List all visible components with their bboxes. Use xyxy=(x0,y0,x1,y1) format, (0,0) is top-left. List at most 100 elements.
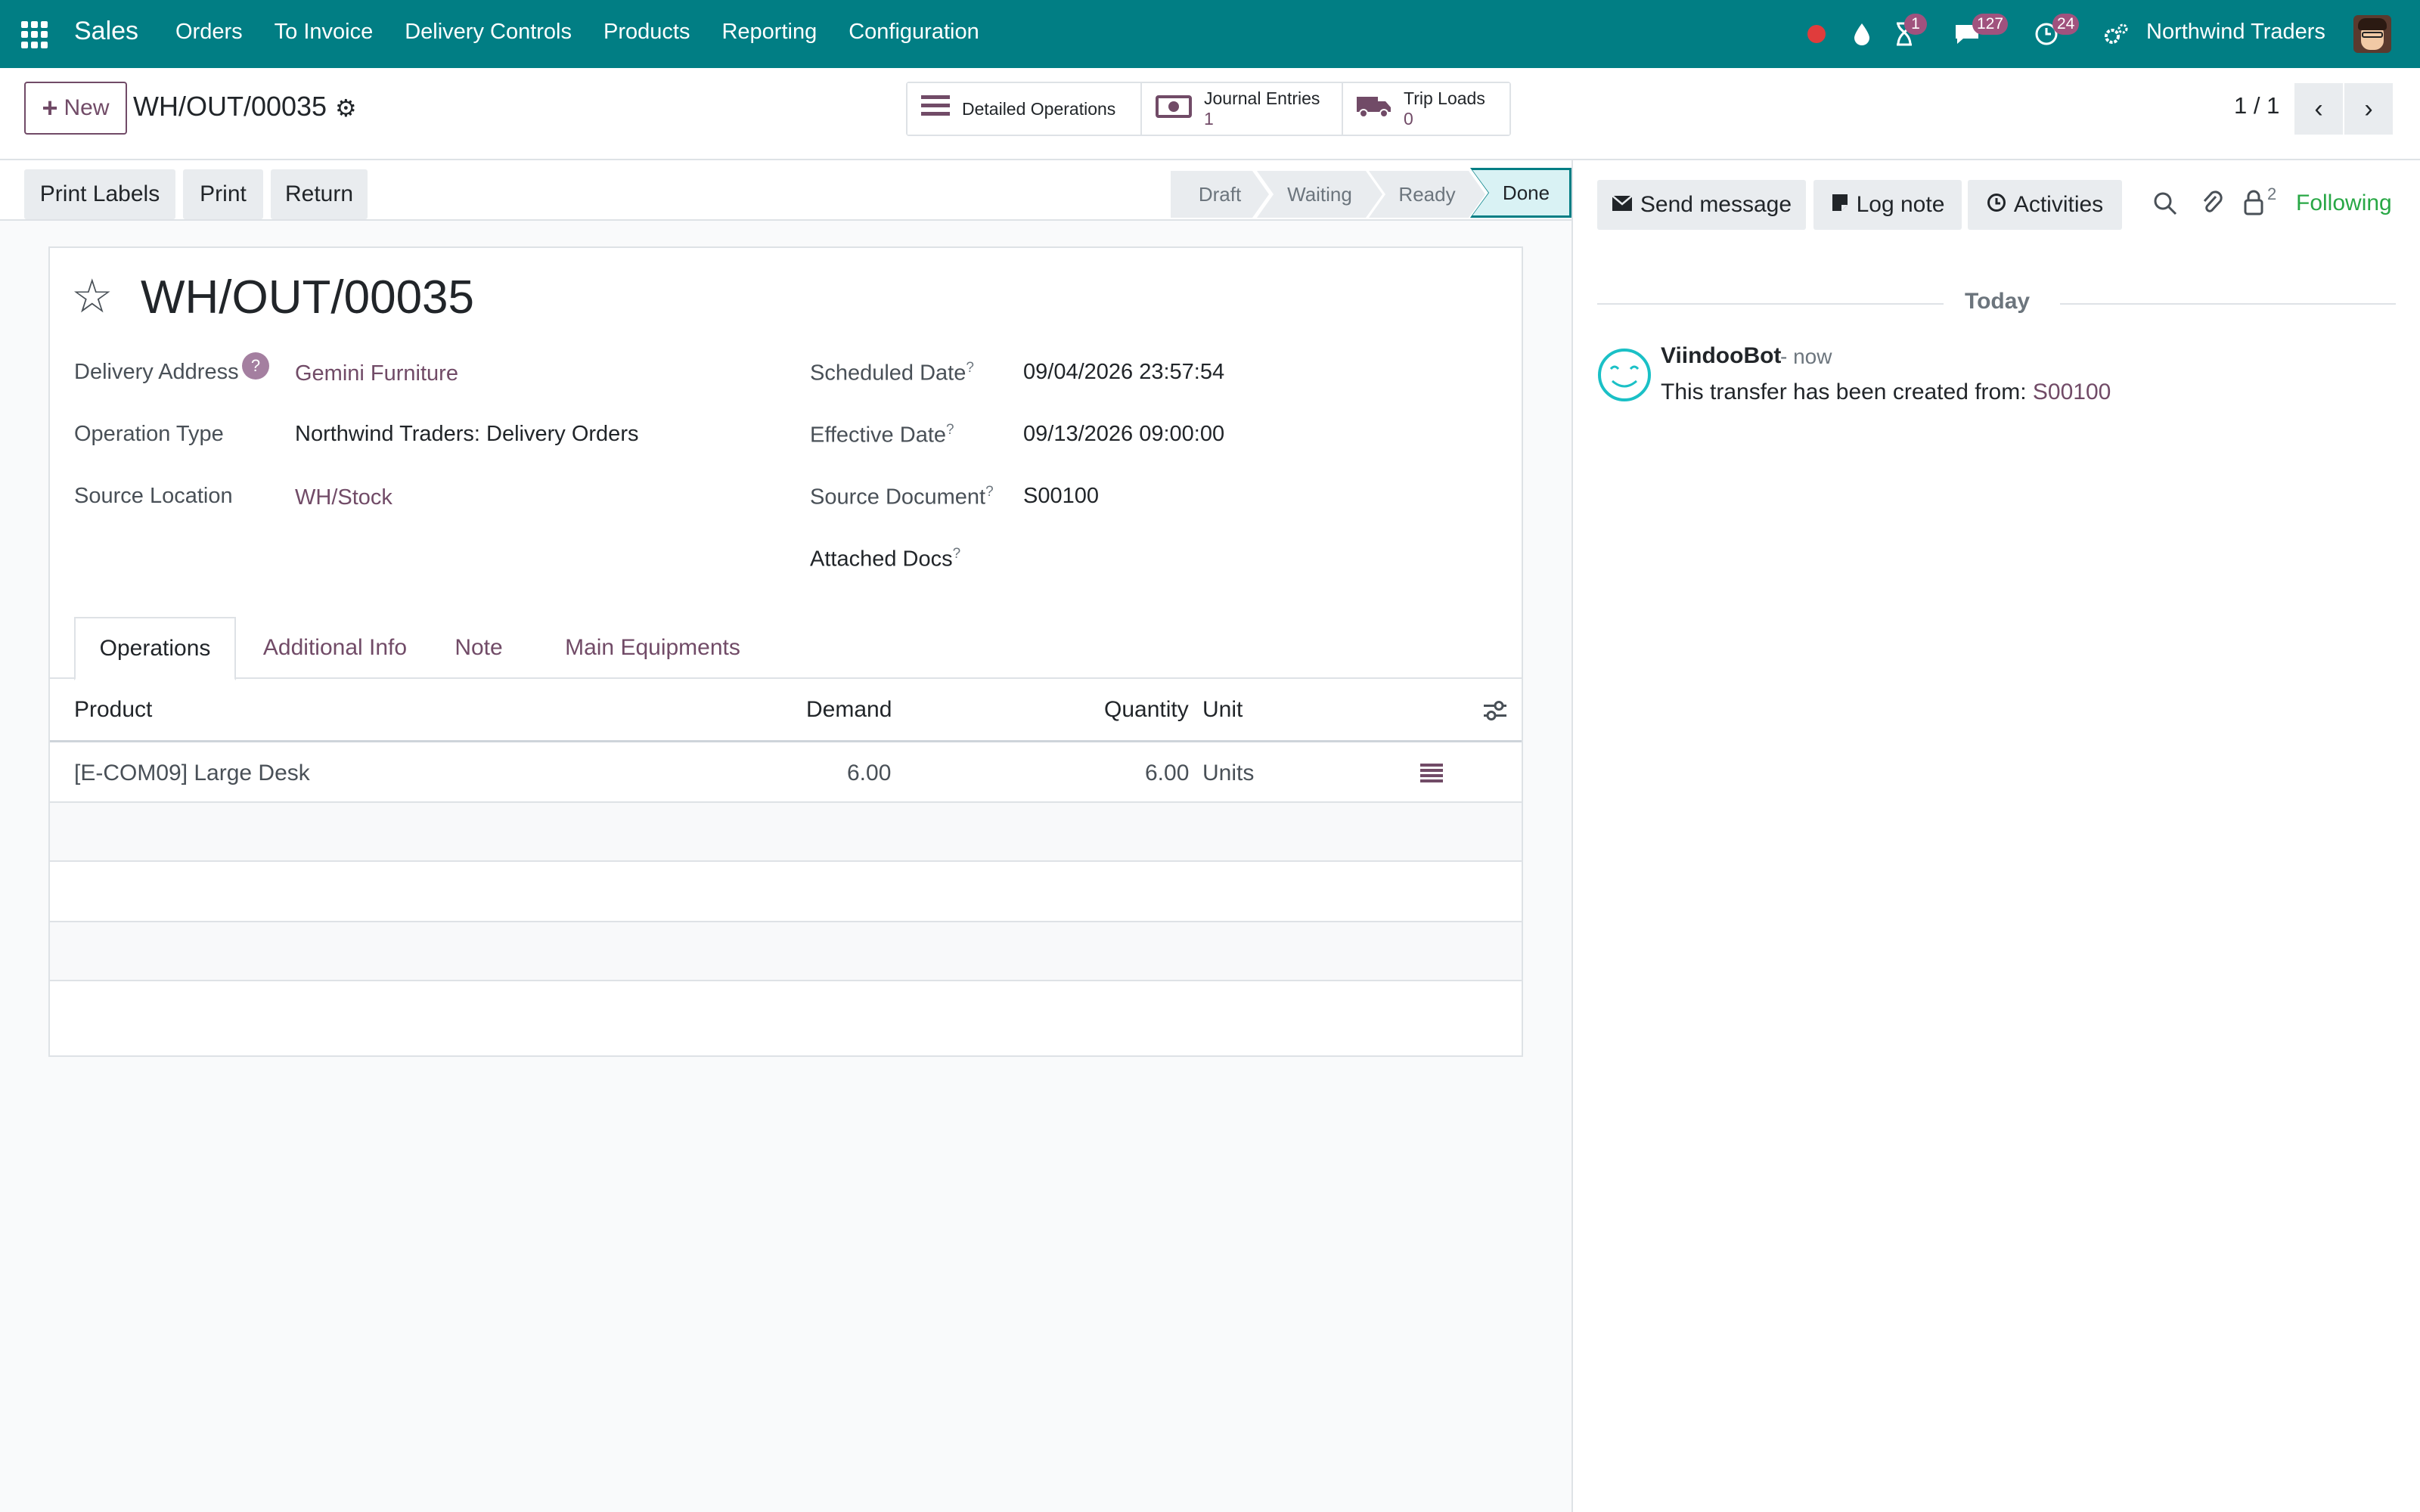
table-row-empty xyxy=(50,922,1522,981)
effective-date-value: 09/13/2026 09:00:00 xyxy=(1023,422,1225,446)
list-icon xyxy=(921,93,950,125)
menu-item-orders[interactable]: Orders xyxy=(175,20,243,45)
cell-quantity: 6.00 xyxy=(1145,761,1190,785)
stage-ready[interactable]: Ready xyxy=(1369,171,1485,218)
main-menu: Orders To Invoice Delivery Controls Prod… xyxy=(175,20,1011,45)
message-link[interactable]: S00100 xyxy=(2033,380,2111,404)
journal-entries-label: Journal Entries xyxy=(1204,88,1320,108)
activities-button[interactable]: Activities xyxy=(1968,180,2122,230)
send-message-label: Send message xyxy=(1640,192,1792,217)
return-button[interactable]: Return xyxy=(271,169,368,219)
paperclip-icon[interactable] xyxy=(2201,189,2223,216)
delivery-address-label: Delivery Address xyxy=(74,360,239,384)
apps-menu-icon[interactable] xyxy=(21,21,48,48)
operations-table-header: Product Demand Quantity Unit xyxy=(50,680,1522,742)
record-title: WH/OUT/00035 xyxy=(141,271,475,324)
company-switcher[interactable]: Northwind Traders xyxy=(2146,20,2325,45)
drop-icon[interactable] xyxy=(1845,0,1879,68)
menu-item-configuration[interactable]: Configuration xyxy=(849,20,979,45)
column-header-quantity[interactable]: Quantity xyxy=(1104,697,1189,723)
cell-product: [E-COM09] Large Desk xyxy=(74,761,310,785)
source-document-value: S00100 xyxy=(1023,484,1099,508)
optional-columns-icon[interactable] xyxy=(1482,699,1508,723)
table-row-empty xyxy=(50,862,1522,922)
envelope-icon xyxy=(1612,193,1633,217)
followers-lock-icon[interactable] xyxy=(2243,189,2264,216)
date-separator-line xyxy=(1597,303,1944,305)
cell-unit: Units xyxy=(1202,761,1255,785)
pager-value[interactable]: 1 / 1 xyxy=(2234,92,2279,119)
operation-type-value[interactable]: Northwind Traders: Delivery Orders xyxy=(295,422,638,447)
menu-item-to-invoice[interactable]: To Invoice xyxy=(275,20,374,45)
record-status-icon[interactable] xyxy=(1800,0,1833,68)
stage-done-label: Done xyxy=(1472,170,1569,215)
journal-entries-button[interactable]: Journal Entries 1 xyxy=(1142,83,1343,135)
settings-gears-icon[interactable] xyxy=(2099,0,2133,68)
pager-next-button[interactable]: › xyxy=(2344,83,2393,135)
search-icon[interactable] xyxy=(2152,191,2178,216)
menu-item-products[interactable]: Products xyxy=(603,20,690,45)
user-avatar[interactable] xyxy=(2353,15,2391,53)
scheduled-date-value: 09/04/2026 23:57:54 xyxy=(1023,360,1225,384)
stage-draft[interactable]: Draft xyxy=(1171,171,1269,218)
table-row-empty xyxy=(50,803,1522,862)
column-header-product[interactable]: Product xyxy=(74,697,152,723)
truck-icon xyxy=(1357,93,1392,125)
app-name[interactable]: Sales xyxy=(74,17,138,46)
log-note-button[interactable]: Log note xyxy=(1813,180,1962,230)
attached-docs-label: Attached Docs? xyxy=(810,546,961,572)
new-button-label: New xyxy=(64,95,110,120)
clock-badge: 24 xyxy=(2052,14,2080,35)
stage-waiting[interactable]: Waiting xyxy=(1257,171,1382,218)
favorite-star-icon[interactable]: ☆ xyxy=(71,274,113,321)
log-note-label: Log note xyxy=(1856,192,1945,217)
gear-icon[interactable]: ⚙ xyxy=(335,94,357,122)
tab-operations[interactable]: Operations xyxy=(74,617,236,680)
following-button[interactable]: Following xyxy=(2296,191,2392,216)
column-header-unit[interactable]: Unit xyxy=(1202,697,1243,723)
journal-entries-count: 1 xyxy=(1204,109,1214,129)
trip-loads-count: 0 xyxy=(1404,109,1413,129)
tab-main-equipments[interactable]: Main Equipments xyxy=(554,617,752,679)
plus-icon: + xyxy=(42,92,58,123)
tab-additional-info[interactable]: Additional Info xyxy=(248,617,422,679)
source-location-label: Source Location xyxy=(74,484,233,508)
message-body: This transfer has been created from: S00… xyxy=(1661,380,2111,404)
source-location-value[interactable]: WH/Stock xyxy=(295,485,392,510)
detailed-operations-label: Detailed Operations xyxy=(962,98,1116,119)
clock-icon xyxy=(1987,193,2006,218)
print-button[interactable]: Print xyxy=(183,169,263,219)
messages-badge: 127 xyxy=(1972,14,2009,35)
effective-date-label: Effective Date? xyxy=(810,422,954,448)
pager-previous-button[interactable]: ‹ xyxy=(2294,83,2343,135)
followers-count: 2 xyxy=(2267,184,2277,203)
message-author[interactable]: ViindooBot xyxy=(1661,343,1781,369)
trip-loads-button[interactable]: Trip Loads 0 xyxy=(1343,83,1509,135)
notebook-tabs: Operations Additional Info Note Main Equ… xyxy=(50,617,1522,680)
clock-icon[interactable] xyxy=(2030,0,2063,68)
column-header-demand[interactable]: Demand xyxy=(806,697,892,723)
status-bar: Print Labels Print Return Draft Waiting … xyxy=(0,168,1571,221)
help-icon[interactable]: ? xyxy=(242,352,269,380)
detailed-operations-button[interactable]: Detailed Operations xyxy=(908,83,1142,135)
table-row[interactable]: [E-COM09] Large Desk 6.00 6.00 Units xyxy=(50,744,1522,803)
stage-done[interactable]: Done xyxy=(1470,168,1571,218)
menu-item-reporting[interactable]: Reporting xyxy=(721,20,817,45)
bot-avatar-icon xyxy=(1598,349,1651,401)
print-labels-button[interactable]: Print Labels xyxy=(24,169,175,219)
menu-item-delivery-controls[interactable]: Delivery Controls xyxy=(405,20,572,45)
table-row-empty xyxy=(50,981,1522,1055)
message-time: - now xyxy=(1780,345,1832,368)
new-button[interactable]: + New xyxy=(24,82,127,135)
scheduled-date-label: Scheduled Date? xyxy=(810,360,974,386)
tab-note[interactable]: Note xyxy=(446,617,511,679)
cell-demand: 6.00 xyxy=(847,761,892,785)
money-icon xyxy=(1156,93,1192,125)
trip-loads-label: Trip Loads xyxy=(1404,88,1485,108)
note-icon xyxy=(1831,193,1849,218)
operation-type-label: Operation Type xyxy=(74,422,224,446)
details-list-icon[interactable] xyxy=(1420,764,1443,783)
date-separator-line xyxy=(2060,303,2396,305)
delivery-address-value[interactable]: Gemini Furniture xyxy=(295,361,458,386)
send-message-button[interactable]: Send message xyxy=(1597,180,1806,230)
